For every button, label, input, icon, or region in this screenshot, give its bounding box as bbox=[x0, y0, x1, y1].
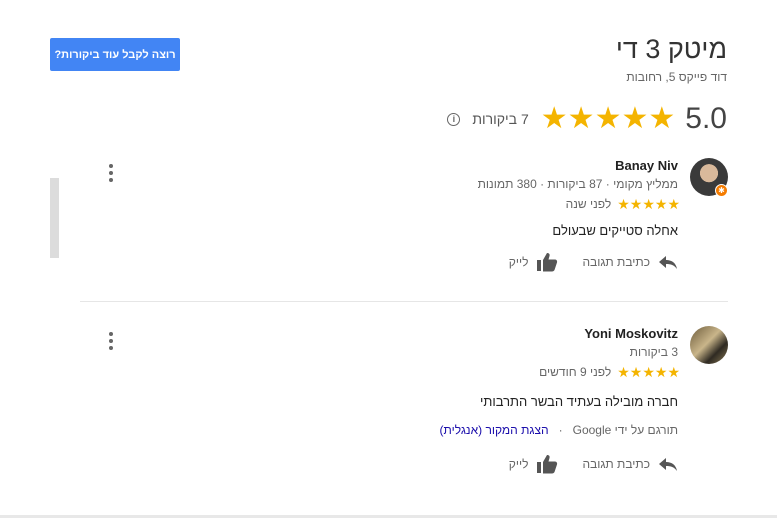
thumbs-up-icon bbox=[537, 253, 558, 272]
review-item: ✱ Banay Niv ממליץ מקומי · 87 ביקורות · 3… bbox=[80, 150, 728, 300]
star-icon: ★ bbox=[667, 196, 680, 212]
star-icon: ★ bbox=[594, 102, 622, 135]
like-button[interactable]: לייק bbox=[509, 252, 559, 272]
show-original-link[interactable]: הצגת המקור (אנגלית) bbox=[440, 423, 549, 437]
thumbs-up-icon bbox=[537, 455, 558, 474]
info-icon[interactable]: i bbox=[447, 112, 461, 126]
star-icon: ★ bbox=[567, 102, 595, 135]
rating-stars: ★ ★ ★ ★ ★ bbox=[541, 104, 676, 134]
review-time: לפני 9 חודשים bbox=[539, 365, 612, 379]
business-address: דוד פייקס 5, רחובות bbox=[626, 70, 727, 84]
reply-icon bbox=[659, 256, 677, 269]
star-icon: ★ bbox=[617, 196, 630, 212]
avatar[interactable] bbox=[690, 326, 728, 364]
get-more-reviews-button[interactable]: רוצה לקבל עוד ביקורות? bbox=[50, 38, 180, 71]
local-guide-badge-icon: ✱ bbox=[715, 184, 728, 197]
review-divider bbox=[80, 301, 728, 302]
rating-value: 5.0 bbox=[685, 102, 727, 135]
review-count: 7 ביקורות bbox=[472, 111, 529, 127]
star-icon: ★ bbox=[617, 364, 630, 380]
review-text: אחלה סטייקים שבעולם bbox=[552, 223, 678, 238]
more-options-icon[interactable] bbox=[106, 332, 116, 350]
star-icon: ★ bbox=[642, 196, 655, 212]
star-icon: ★ bbox=[654, 364, 668, 380]
more-options-icon[interactable] bbox=[106, 164, 116, 182]
star-icon: ★ bbox=[629, 364, 643, 380]
review-time: לפני שנה bbox=[565, 197, 612, 211]
reply-button[interactable]: כתיבת תגובה bbox=[582, 254, 678, 270]
business-title: מיטק 3 די bbox=[615, 34, 727, 64]
star-icon: ★ bbox=[648, 102, 676, 135]
reply-label: כתיבת תגובה bbox=[582, 255, 650, 269]
reply-button[interactable]: כתיבת תגובה bbox=[582, 456, 678, 472]
review-stars-row: ★ ★ ★ ★ ★ לפני 9 חודשים bbox=[539, 365, 680, 379]
reply-label: כתיבת תגובה bbox=[582, 457, 650, 471]
star-icon: ★ bbox=[642, 364, 655, 380]
star-icon: ★ bbox=[540, 102, 568, 135]
review-actions: כתיבת תגובה לייק bbox=[509, 454, 678, 474]
review-item: Yoni Moskovitz 3 ביקורות ★ ★ ★ ★ ★ לפני … bbox=[80, 318, 728, 488]
reply-icon bbox=[659, 458, 677, 471]
reviewer-name[interactable]: Yoni Moskovitz bbox=[584, 326, 678, 341]
like-label: לייק bbox=[508, 255, 529, 269]
star-icon: ★ bbox=[654, 196, 668, 212]
scrollbar-thumb[interactable] bbox=[50, 178, 59, 258]
reviewer-name[interactable]: Banay Niv bbox=[615, 158, 678, 173]
translation-row: תורגם על ידי Google · הצגת המקור (אנגלית… bbox=[440, 423, 678, 437]
review-text: חברה מובילה בעתיד הבשר התרבותי bbox=[479, 394, 678, 409]
star-icon: ★ bbox=[667, 364, 680, 380]
translated-note: תורגם על ידי Google bbox=[572, 423, 678, 437]
review-stars-row: ★ ★ ★ ★ ★ לפני שנה bbox=[566, 197, 680, 211]
reviewer-meta: 3 ביקורות bbox=[629, 345, 678, 359]
star-icon: ★ bbox=[621, 102, 649, 135]
like-button[interactable]: לייק bbox=[509, 454, 559, 474]
separator: · bbox=[558, 423, 563, 437]
star-icon: ★ bbox=[629, 196, 643, 212]
like-label: לייק bbox=[508, 457, 529, 471]
reviewer-meta: ממליץ מקומי · 87 ביקורות · 380 תמונות bbox=[477, 177, 678, 191]
review-actions: כתיבת תגובה לייק bbox=[509, 252, 678, 272]
rating-summary: 5.0 ★ ★ ★ ★ ★ 7 ביקורות i bbox=[447, 101, 727, 137]
